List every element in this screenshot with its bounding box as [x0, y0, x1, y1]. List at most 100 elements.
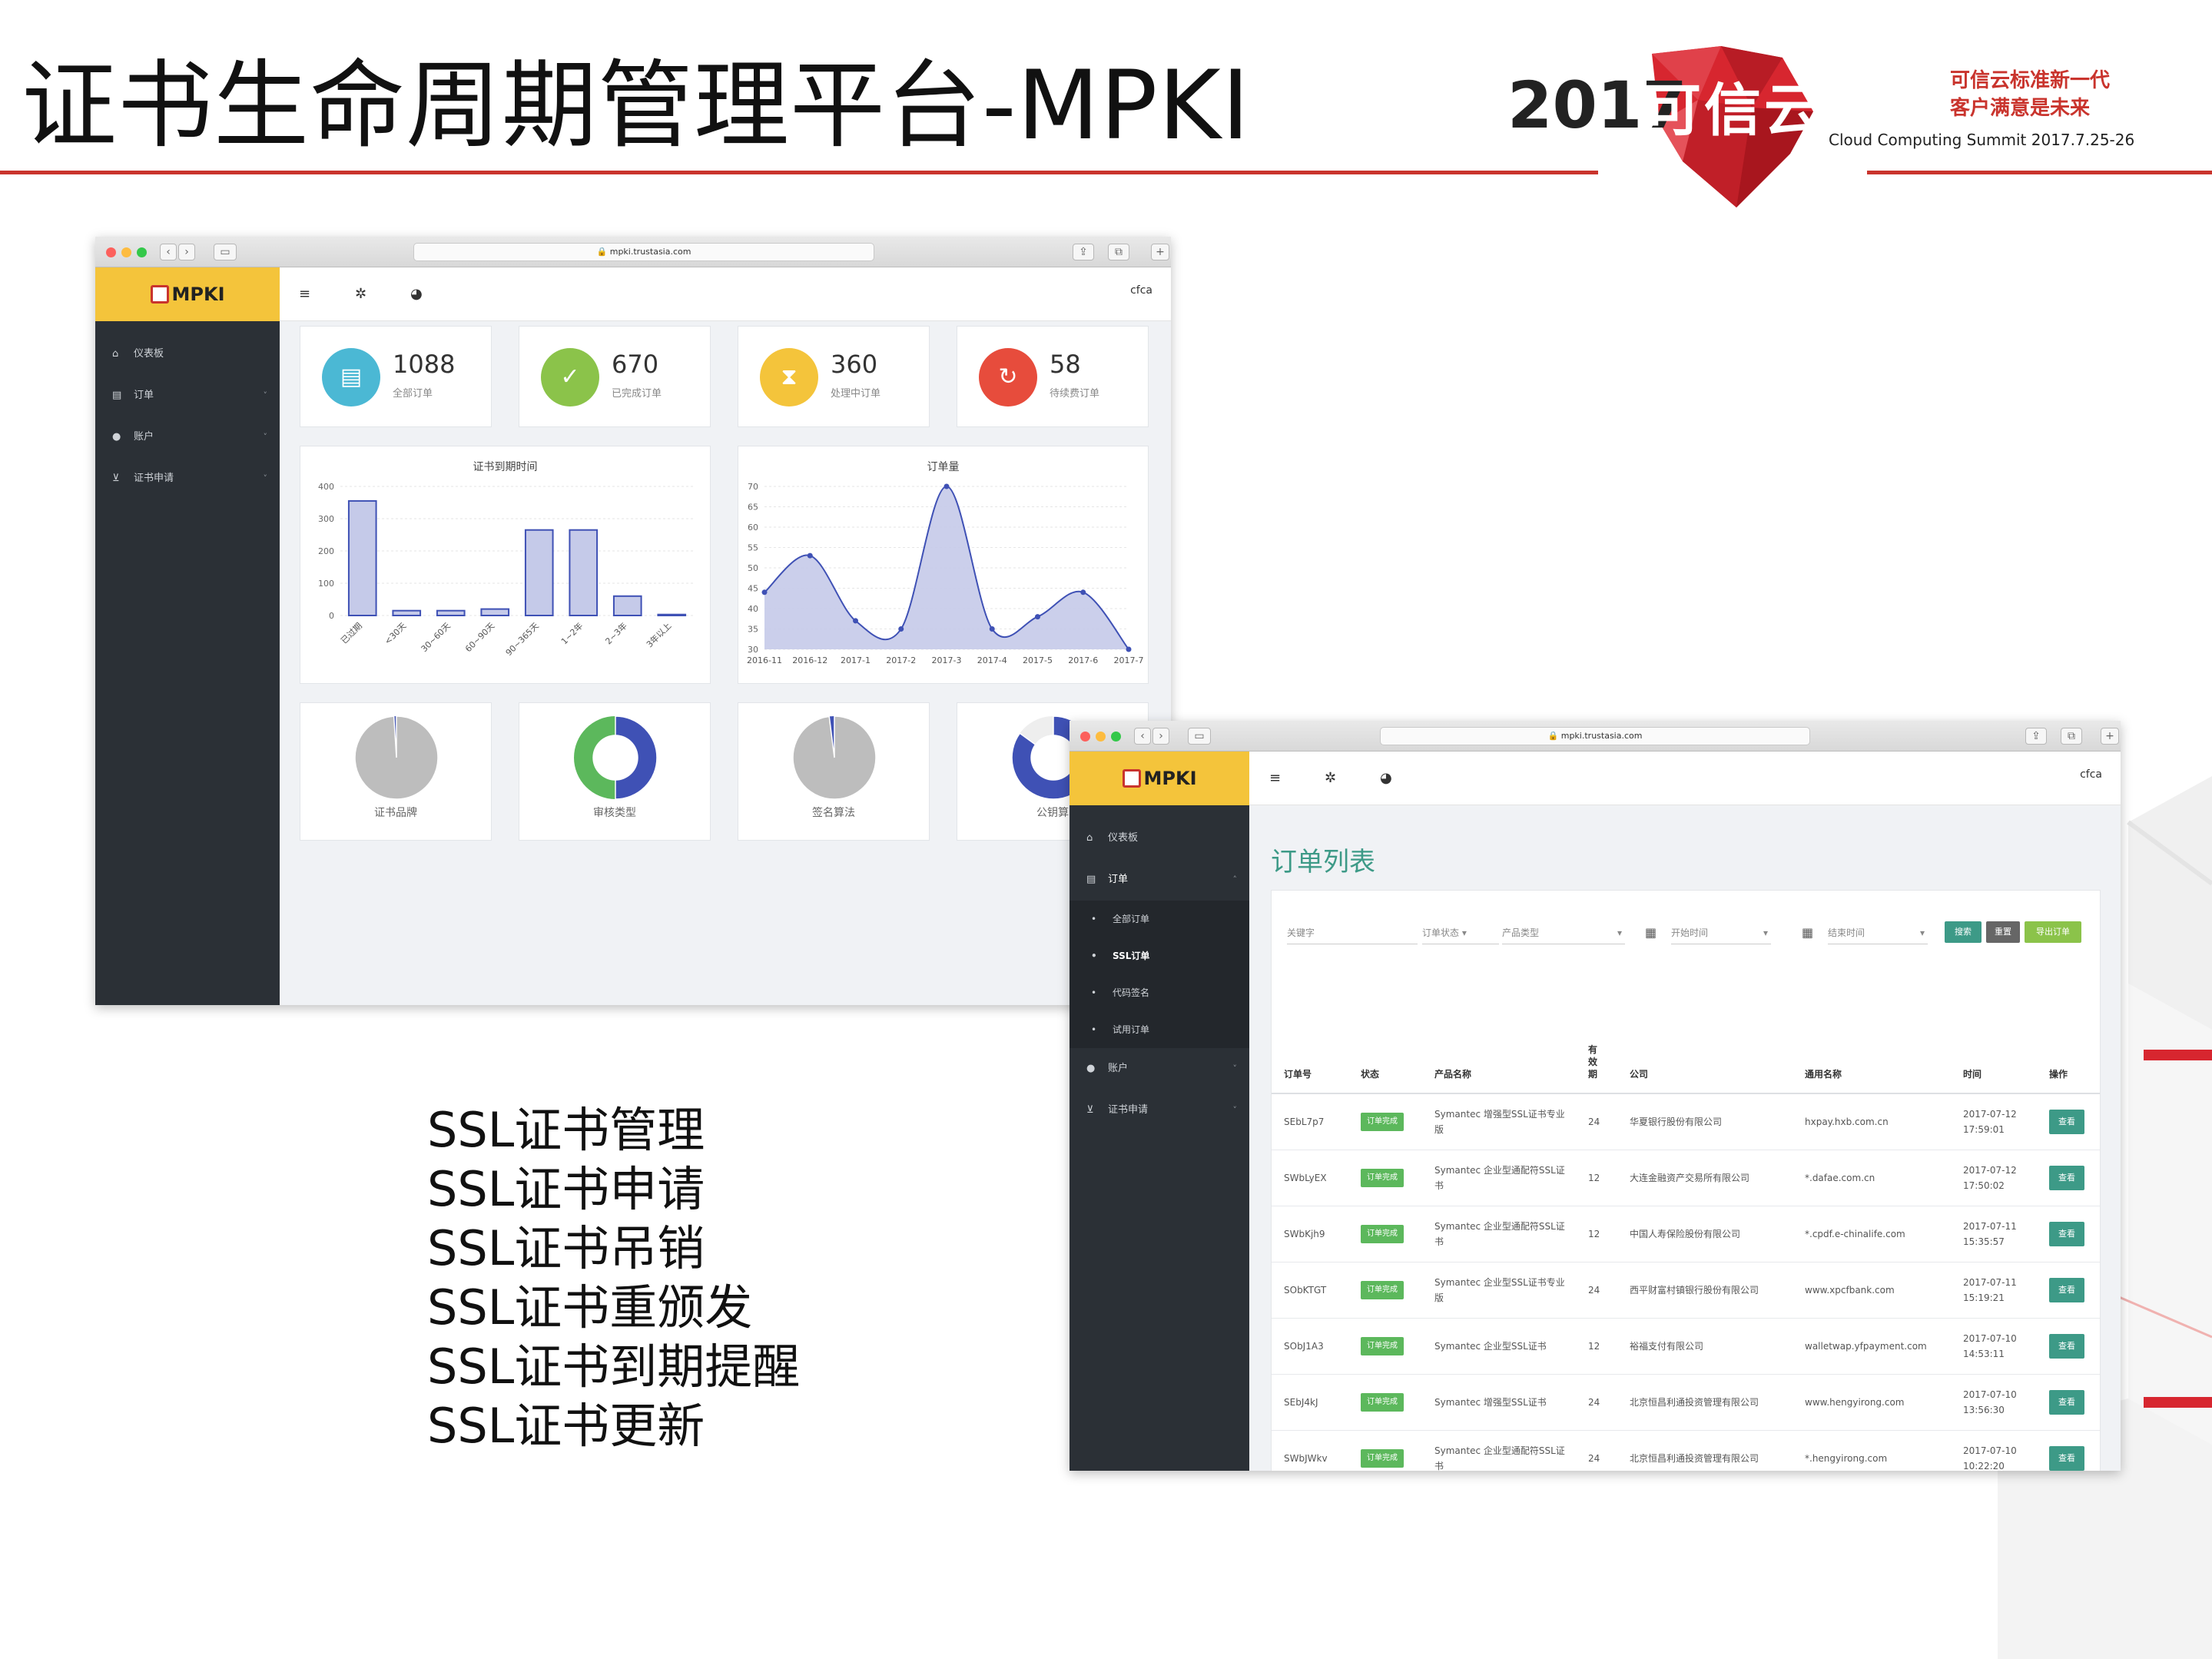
column-header[interactable]: 订单号 [1272, 998, 1348, 1094]
sidebar-item-orders[interactable]: ▤ 订单 ˄ [1070, 859, 1249, 901]
validity-term: 24 [1576, 1374, 1617, 1431]
stat-card-processing-orders[interactable]: ⧗ 360 处理中订单 [738, 326, 930, 427]
submenu-item-ssl-orders[interactable]: • SSL订单 [1070, 937, 1249, 974]
forward-arrow-icon[interactable]: › [1152, 728, 1169, 745]
caret-down-icon: ▾ [1617, 927, 1622, 938]
column-header[interactable]: 有效期 [1576, 998, 1617, 1094]
sidebar-item-dashboard[interactable]: ⌂ 仪表板 [95, 333, 280, 375]
mpki-logo-icon [1122, 769, 1141, 788]
orders-table-body: SEbL7p7 订单完成 Symantec 增强型SSL证书专业版 24 华夏银行股份有… [1272, 1093, 2100, 1471]
sidebar-toggle-icon[interactable]: ▭ [1188, 728, 1211, 745]
reset-button[interactable]: 重置 [1986, 921, 2020, 943]
table-row[interactable]: SObKTGT 订单完成 Symantec 企业型SSL证书专业版 24 西平财富村镇银… [1272, 1262, 2100, 1319]
view-button[interactable]: 查看 [2049, 1445, 2084, 1471]
order-id[interactable]: SEbL7p7 [1272, 1093, 1348, 1150]
order-id[interactable]: SEbJ4kJ [1272, 1374, 1348, 1431]
address-bar[interactable]: 🔒 mpki.trustasia.com [1380, 727, 1810, 745]
order-id[interactable]: SObKTGT [1272, 1262, 1348, 1319]
sidebar-item-cert-apply[interactable]: ⊻ 证书申请 ˅ [1070, 1090, 1249, 1131]
view-button[interactable]: 查看 [2049, 1221, 2084, 1246]
validation-donut-chart [574, 715, 658, 800]
maximize-window-button[interactable] [1111, 732, 1121, 742]
brand-logo[interactable]: MPKI [1070, 752, 1249, 805]
column-header[interactable]: 通用名称 [1792, 998, 1951, 1094]
column-header[interactable]: 状态 [1348, 998, 1422, 1094]
sidebar-toggle-icon[interactable]: ▭ [214, 244, 237, 260]
end-date-select[interactable]: 结束时间 ▾ [1828, 921, 1928, 944]
user-name[interactable]: cfca [2080, 768, 2102, 781]
sidebar-item-cert-apply[interactable]: ⊻ 证书申请 ˅ [95, 458, 280, 499]
palette-icon[interactable]: ◕ [410, 286, 423, 302]
submenu-item-code-signing[interactable]: • 代码签名 [1070, 974, 1249, 1011]
status-select[interactable]: 订单状态 ▾ [1422, 921, 1499, 944]
new-tab-icon[interactable]: + [1151, 244, 1169, 260]
y-tick-label: 45 [748, 584, 758, 594]
gear-icon[interactable]: ✲ [1325, 770, 1336, 786]
maximize-window-button[interactable] [137, 247, 147, 257]
user-name[interactable]: cfca [1130, 284, 1152, 297]
x-tick-label: 2017-2 [886, 655, 916, 665]
stat-card-renewal-orders[interactable]: ↻ 58 待续费订单 [957, 326, 1149, 427]
order-id[interactable]: SObJ1A3 [1272, 1318, 1348, 1375]
submenu-item-all-orders[interactable]: • 全部订单 [1070, 901, 1249, 937]
sidebar-item-dashboard[interactable]: ⌂ 仪表板 [1070, 818, 1249, 859]
palette-icon[interactable]: ◕ [1380, 770, 1392, 786]
export-orders-button[interactable]: 导出订单 [2025, 921, 2081, 943]
y-tick-label: 0 [329, 611, 334, 621]
share-icon[interactable]: ⇪ [2025, 728, 2047, 745]
address-bar[interactable]: 🔒 mpki.trustasia.com [413, 243, 874, 261]
column-header[interactable]: 时间 [1951, 998, 2037, 1094]
view-button[interactable]: 查看 [2049, 1333, 2084, 1359]
submenu-item-trial-orders[interactable]: • 试用订单 [1070, 1011, 1249, 1048]
stat-card-all-orders[interactable]: ▤ 1088 全部订单 [300, 326, 492, 427]
validity-term: 12 [1576, 1206, 1617, 1262]
gear-icon[interactable]: ✲ [355, 286, 366, 302]
menu-icon[interactable]: ≡ [1269, 770, 1281, 786]
order-id[interactable]: SWbJWkv [1272, 1430, 1348, 1471]
forward-arrow-icon[interactable]: › [178, 244, 195, 260]
sidebar-item-account[interactable]: ● 账户 ˅ [95, 416, 280, 458]
back-arrow-icon[interactable]: ‹ [160, 244, 177, 260]
column-header[interactable]: 操作 [2037, 998, 2100, 1094]
table-row[interactable]: SEbJ4kJ 订单完成 Symantec 增强型SSL证书 24 北京恒昌利通投资管理… [1272, 1374, 2100, 1431]
table-row[interactable]: SWbKjh9 订单完成 Symantec 企业型通配符SSL证书 12 中国人寿保险股… [1272, 1206, 2100, 1262]
calendar-icon[interactable]: ▦ [1645, 921, 1668, 944]
sidebar-item-orders[interactable]: ▤ 订单 ˅ [95, 375, 280, 416]
view-button[interactable]: 查看 [2049, 1389, 2084, 1415]
view-button[interactable]: 查看 [2049, 1165, 2084, 1190]
status-badge: 订单完成 [1361, 1392, 1404, 1412]
order-id[interactable]: SWbKjh9 [1272, 1206, 1348, 1262]
tabs-icon[interactable]: ⧉ [2061, 728, 2082, 745]
table-row[interactable]: SWbLyEX 订单完成 Symantec 企业型通配符SSL证书 12 大连金融资产交… [1272, 1150, 2100, 1206]
product-name: Symantec 企业型SSL证书 [1422, 1318, 1576, 1375]
stat-label: 待续费订单 [1050, 388, 1100, 400]
minimize-window-button[interactable] [1096, 732, 1106, 742]
calendar-icon[interactable]: ▦ [1802, 921, 1825, 944]
share-icon[interactable]: ⇪ [1073, 244, 1094, 260]
column-header[interactable]: 公司 [1617, 998, 1792, 1094]
company-name: 大连金融资产交易所有限公司 [1617, 1150, 1792, 1206]
table-row[interactable]: SWbJWkv 订单完成 Symantec 企业型通配符SSL证书 24 北京恒昌利通投… [1272, 1430, 2100, 1471]
search-button[interactable]: 搜索 [1945, 921, 1982, 943]
view-button[interactable]: 查看 [2049, 1109, 2084, 1134]
keyword-input[interactable]: 关键字 [1287, 921, 1418, 944]
brand-logo[interactable]: MPKI [95, 267, 280, 321]
close-window-button[interactable] [106, 247, 116, 257]
table-row[interactable]: SEbL7p7 订单完成 Symantec 增强型SSL证书专业版 24 华夏银行股份有… [1272, 1093, 2100, 1150]
minimize-window-button[interactable] [121, 247, 131, 257]
menu-icon[interactable]: ≡ [299, 286, 310, 302]
bullet-icon: • [1091, 987, 1097, 998]
column-header[interactable]: 产品名称 [1422, 998, 1576, 1094]
order-id[interactable]: SWbLyEX [1272, 1150, 1348, 1206]
table-row[interactable]: SObJ1A3 订单完成 Symantec 企业型SSL证书 12 裕福支付有限公司 wa… [1272, 1318, 2100, 1375]
sidebar-item-account[interactable]: ● 账户 ˅ [1070, 1048, 1249, 1090]
status-badge: 订单完成 [1361, 1336, 1404, 1355]
tabs-icon[interactable]: ⧉ [1108, 244, 1129, 260]
view-button[interactable]: 查看 [2049, 1277, 2084, 1302]
stat-card-completed-orders[interactable]: ✓ 670 已完成订单 [519, 326, 711, 427]
back-arrow-icon[interactable]: ‹ [1134, 728, 1151, 745]
new-tab-icon[interactable]: + [2101, 728, 2119, 745]
start-date-select[interactable]: 开始时间 ▾ [1671, 921, 1771, 944]
close-window-button[interactable] [1080, 732, 1090, 742]
product-select[interactable]: 产品类型 ▾ [1502, 921, 1625, 944]
